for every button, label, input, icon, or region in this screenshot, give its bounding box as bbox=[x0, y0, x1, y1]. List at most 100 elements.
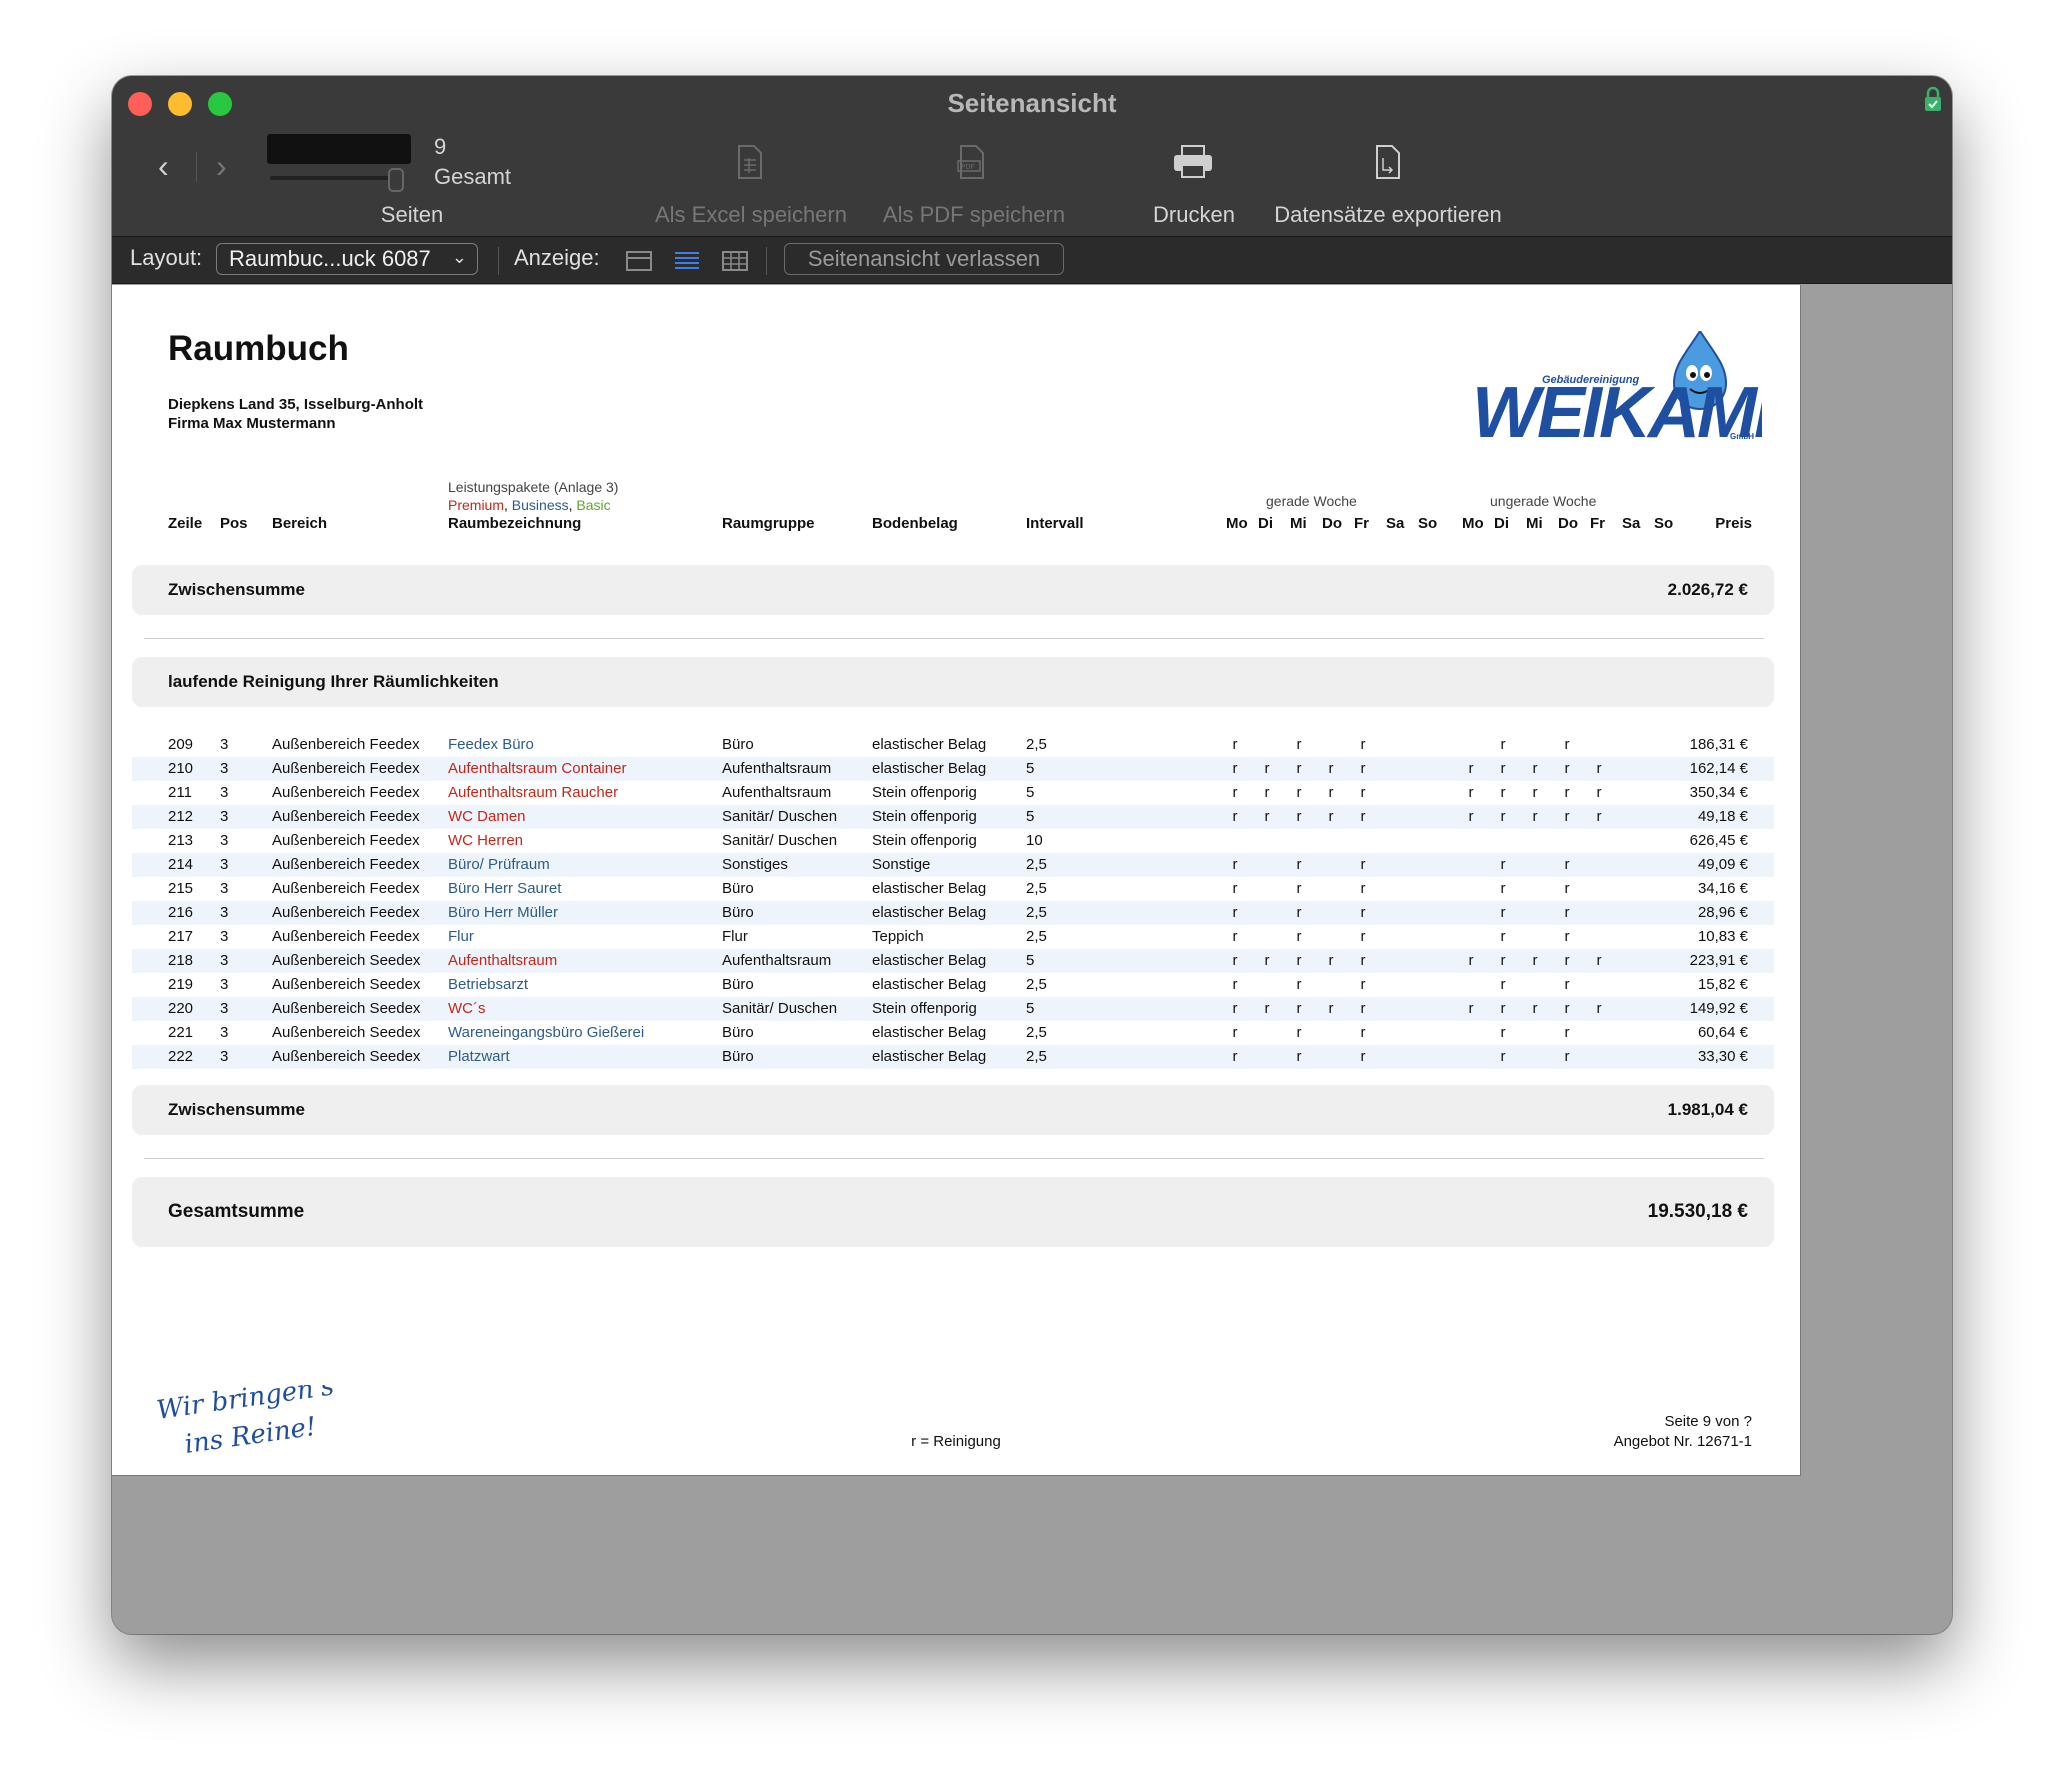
page-number-input[interactable] bbox=[267, 134, 411, 164]
odd-day-header: Do bbox=[1558, 515, 1578, 532]
subtotal-value: 2.026,72 € bbox=[1667, 580, 1748, 599]
cell-boden: elastischer Belag bbox=[872, 736, 987, 753]
schedule-mark: r bbox=[1564, 976, 1570, 993]
cell-raum: Büro Herr Müller bbox=[448, 904, 559, 921]
schedule-mark: r bbox=[1360, 928, 1366, 945]
nav-separator bbox=[196, 152, 197, 182]
schedule-mark: r bbox=[1264, 1000, 1270, 1017]
list-view-icon[interactable] bbox=[674, 251, 700, 271]
table-row: 217 3 Außenbereich Feedex Flur Flur Teppich 2,… bbox=[132, 925, 1774, 949]
table-row: 220 3 Außenbereich Seedex WC´s Sanitär/ Dusc… bbox=[132, 997, 1774, 1021]
cell-zeile: 216 bbox=[168, 904, 194, 921]
cell-pos: 3 bbox=[220, 1024, 229, 1041]
pdf-file-icon[interactable]: PDF bbox=[956, 144, 988, 180]
schedule-mark: r bbox=[1296, 976, 1302, 993]
cell-raum: Wareneingangsbüro Gießerei bbox=[448, 1024, 645, 1041]
save-excel-button[interactable]: Als Excel speichern bbox=[648, 202, 854, 228]
exit-preview-button[interactable]: Seitenansicht verlassen bbox=[784, 243, 1064, 275]
schedule-mark: r bbox=[1296, 952, 1302, 969]
cell-bereich: Außenbereich Feedex bbox=[272, 880, 420, 897]
cell-pos: 3 bbox=[220, 904, 229, 921]
export-records-button[interactable]: Datensätze exportieren bbox=[1262, 202, 1514, 228]
page-slider[interactable] bbox=[270, 176, 402, 180]
cell-bereich: Außenbereich Feedex bbox=[272, 760, 420, 777]
report-address: Diepkens Land 35, Isselburg-Anholt bbox=[168, 396, 424, 413]
cell-preis: 10,83 € bbox=[1697, 928, 1748, 945]
cell-boden: Sonstige bbox=[872, 856, 931, 873]
subtotal-label: Zwischensumme bbox=[168, 1100, 305, 1119]
save-pdf-button[interactable]: Als PDF speichern bbox=[880, 202, 1068, 228]
schedule-mark: r bbox=[1564, 904, 1570, 921]
previous-page-icon[interactable]: ‹ bbox=[158, 148, 169, 185]
schedule-mark: r bbox=[1296, 1000, 1302, 1017]
print-button[interactable]: Drucken bbox=[1144, 202, 1244, 228]
cell-bereich: Außenbereich Feedex bbox=[272, 904, 420, 921]
svg-text:PDF: PDF bbox=[961, 163, 975, 171]
table-row: 218 3 Außenbereich Seedex Aufenthaltsraum Au… bbox=[132, 949, 1774, 973]
display-label: Anzeige: bbox=[514, 245, 600, 270]
schedule-mark: r bbox=[1500, 952, 1506, 969]
table-row: 222 3 Außenbereich Seedex Platzwart Büro elas… bbox=[132, 1045, 1774, 1069]
form-view-icon[interactable] bbox=[626, 251, 652, 271]
cell-raum: Aufenthaltsraum bbox=[448, 952, 558, 969]
subtotal-value: 1.981,04 € bbox=[1667, 1100, 1748, 1119]
layout-select[interactable]: Raumbuc...uck 6087 ⌄ bbox=[216, 243, 478, 275]
cell-intervall: 2,5 bbox=[1026, 976, 1047, 993]
weikamp-logo: Gebäudereinigung WEIKAMP GmbH bbox=[1472, 331, 1762, 441]
cell-zeile: 209 bbox=[168, 736, 194, 753]
schedule-mark: r bbox=[1564, 784, 1570, 801]
table-row: 219 3 Außenbereich Seedex Betriebsarzt Büro e… bbox=[132, 973, 1774, 997]
lock-icon[interactable] bbox=[1924, 86, 1942, 112]
schedule-mark: r bbox=[1360, 952, 1366, 969]
excel-file-icon[interactable] bbox=[736, 144, 764, 180]
col-header-bodenbelag: Bodenbelag bbox=[872, 515, 958, 532]
cell-pos: 3 bbox=[220, 784, 229, 801]
schedule-mark: r bbox=[1360, 784, 1366, 801]
even-day-header: Mi bbox=[1290, 515, 1307, 532]
total-band: Gesamtsumme 19.530,18 € bbox=[132, 1177, 1774, 1247]
cell-bereich: Außenbereich Seedex bbox=[272, 976, 421, 993]
cell-intervall: 2,5 bbox=[1026, 880, 1047, 897]
schedule-mark: r bbox=[1500, 784, 1506, 801]
schedule-mark: r bbox=[1596, 808, 1602, 825]
cell-boden: elastischer Belag bbox=[872, 1024, 987, 1041]
schedule-mark: r bbox=[1360, 1048, 1366, 1065]
schedule-mark: r bbox=[1232, 1048, 1238, 1065]
table-view-icon[interactable] bbox=[722, 251, 748, 271]
cell-raum: WC Herren bbox=[448, 832, 524, 849]
schedule-mark: r bbox=[1360, 808, 1366, 825]
cell-zeile: 222 bbox=[168, 1048, 194, 1065]
report-company: Firma Max Mustermann bbox=[168, 415, 336, 432]
cell-pos: 3 bbox=[220, 928, 229, 945]
page-slider-knob[interactable] bbox=[388, 168, 404, 192]
schedule-mark: r bbox=[1564, 736, 1570, 753]
cell-gruppe: Büro bbox=[722, 976, 754, 993]
table-row: 215 3 Außenbereich Feedex Büro Herr Sauret B… bbox=[132, 877, 1774, 901]
cell-zeile: 221 bbox=[168, 1024, 194, 1041]
cell-intervall: 2,5 bbox=[1026, 1048, 1047, 1065]
schedule-mark: r bbox=[1468, 952, 1474, 969]
printer-icon[interactable] bbox=[1172, 144, 1214, 180]
next-page-icon[interactable]: › bbox=[216, 148, 227, 185]
pages-label: Seiten bbox=[380, 202, 444, 227]
cell-zeile: 215 bbox=[168, 880, 194, 897]
cell-pos: 3 bbox=[220, 1048, 229, 1065]
cell-bereich: Außenbereich Feedex bbox=[272, 808, 420, 825]
cell-pos: 3 bbox=[220, 736, 229, 753]
schedule-mark: r bbox=[1296, 808, 1302, 825]
cell-preis: 60,64 € bbox=[1697, 1024, 1748, 1041]
schedule-mark: r bbox=[1532, 808, 1538, 825]
schedule-mark: r bbox=[1264, 952, 1270, 969]
table-row: 216 3 Außenbereich Feedex Büro Herr Müller B… bbox=[132, 901, 1774, 925]
subtotal-label: Zwischensumme bbox=[168, 580, 305, 599]
export-file-icon[interactable] bbox=[1374, 144, 1402, 180]
schedule-mark: r bbox=[1264, 760, 1270, 777]
even-day-header: So bbox=[1418, 515, 1438, 532]
package-basic: Basic bbox=[576, 497, 611, 513]
cell-gruppe: Büro bbox=[722, 1048, 754, 1065]
cell-preis: 28,96 € bbox=[1697, 904, 1748, 921]
even-day-header: Do bbox=[1322, 515, 1342, 532]
col-header-raumgruppe: Raumgruppe bbox=[722, 515, 815, 532]
odd-day-header: Mo bbox=[1462, 515, 1484, 532]
schedule-mark: r bbox=[1296, 928, 1302, 945]
